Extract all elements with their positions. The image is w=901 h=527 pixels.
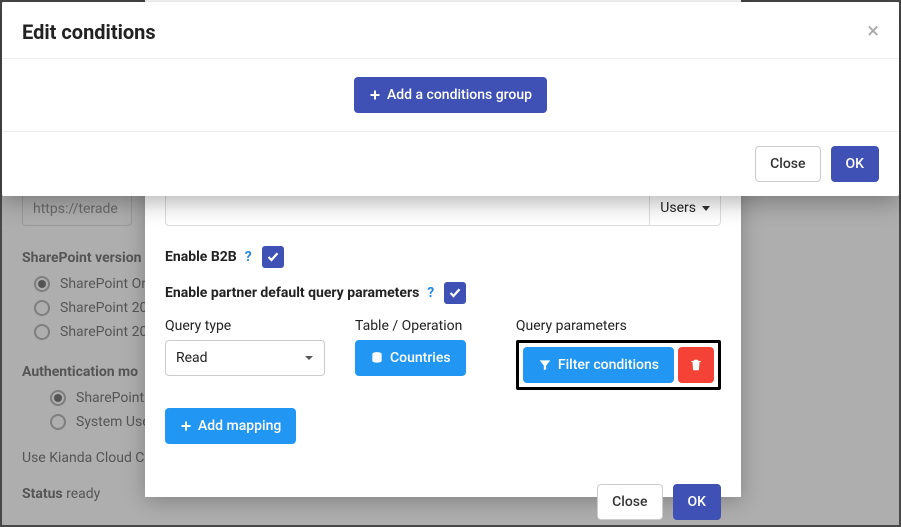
plus-icon [180, 420, 192, 432]
close-label: Close [770, 156, 805, 172]
delete-conditions-button[interactable] [678, 347, 714, 383]
add-mapping-button[interactable]: Add mapping [165, 408, 296, 444]
modal-body: Add a conditions group [2, 59, 899, 132]
ok-label: OK [846, 156, 865, 172]
inner-close-button[interactable]: Close [597, 484, 662, 520]
enable-partner-row: Enable partner default query parameters … [165, 282, 721, 304]
modal-header: Edit conditions × [2, 2, 899, 59]
check-icon [449, 287, 461, 299]
inner-ok-button[interactable]: OK [673, 484, 722, 520]
check-icon [267, 251, 279, 263]
query-type-select[interactable]: Read [165, 340, 325, 376]
query-type-label: Query type [165, 318, 325, 334]
enable-b2b-row: Enable B2B ? [165, 246, 721, 268]
table-operation-col: Table / Operation Countries [355, 318, 466, 390]
top-ok-button[interactable]: OK [831, 146, 880, 182]
filter-conditions-button[interactable]: Filter conditions [523, 347, 674, 383]
add-mapping-label: Add mapping [198, 418, 281, 434]
filter-icon [538, 358, 552, 372]
enable-partner-label: Enable partner default query parameters [165, 285, 419, 301]
enable-b2b-checkbox[interactable] [262, 246, 284, 268]
countries-label: Countries [390, 350, 451, 366]
close-icon[interactable]: × [867, 21, 879, 43]
filter-conditions-label: Filter conditions [558, 357, 659, 373]
query-parameters-col: Query parameters Filter conditions [516, 318, 721, 390]
users-dropdown-label: Users [660, 200, 696, 216]
modal-footer: Close OK [2, 132, 899, 196]
query-parameters-label: Query parameters [516, 318, 721, 334]
ok-label: OK [688, 494, 707, 510]
add-conditions-group-button[interactable]: Add a conditions group [354, 77, 547, 113]
query-type-value: Read [176, 350, 208, 366]
query-type-col: Query type Read [165, 318, 325, 390]
caret-down-icon [702, 206, 710, 211]
edit-conditions-modal: Edit conditions × Add a conditions group… [2, 2, 899, 196]
users-dropdown[interactable]: Users [649, 191, 720, 225]
database-icon [370, 351, 384, 365]
help-icon[interactable]: ? [245, 249, 252, 265]
table-operation-label: Table / Operation [355, 318, 466, 334]
enable-partner-checkbox[interactable] [444, 282, 466, 304]
add-conditions-group-label: Add a conditions group [387, 87, 532, 103]
trash-icon [689, 358, 703, 372]
top-close-button[interactable]: Close [755, 146, 820, 182]
plus-icon [369, 89, 381, 101]
chevron-down-icon [304, 353, 314, 363]
countries-button[interactable]: Countries [355, 340, 466, 376]
enable-b2b-label: Enable B2B [165, 249, 237, 265]
help-icon[interactable]: ? [427, 285, 434, 301]
query-parameters-highlight: Filter conditions [516, 340, 721, 390]
close-label: Close [612, 494, 647, 510]
modal-title: Edit conditions [22, 20, 156, 44]
